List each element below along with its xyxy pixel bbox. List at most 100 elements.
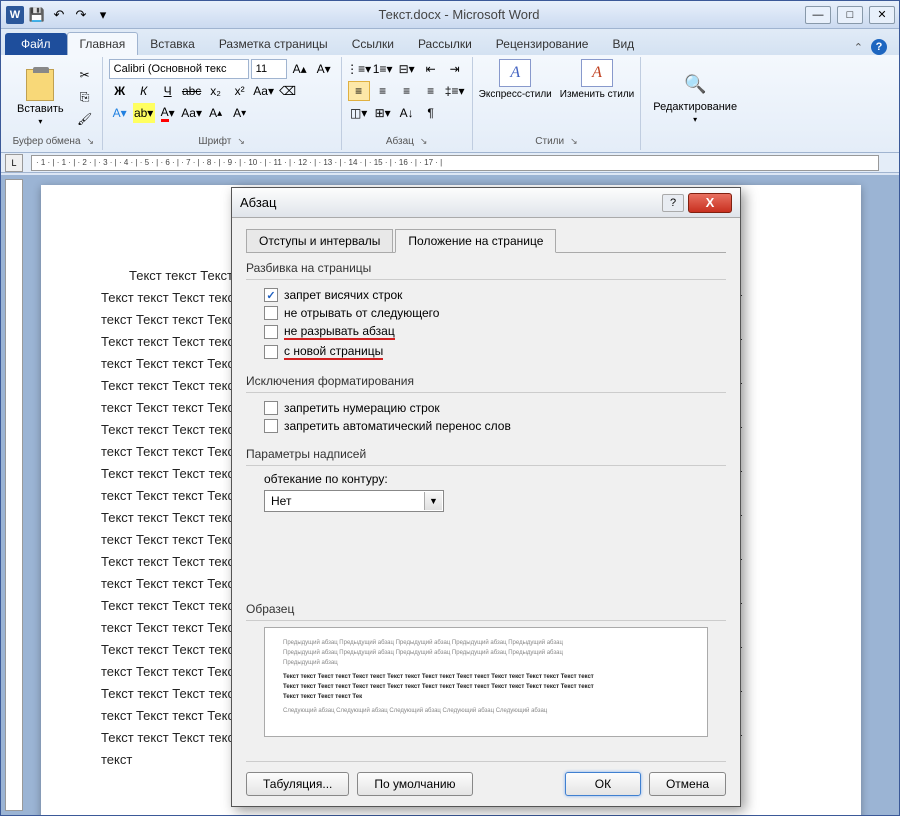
line-spacing-icon[interactable]: ‡≡▾ [444, 81, 466, 101]
cut-icon[interactable]: ✂ [74, 65, 96, 85]
dialog-close-button[interactable]: X [688, 193, 732, 213]
font-color-icon[interactable]: A▾ [157, 103, 179, 123]
shading-icon[interactable]: ◫▾ [348, 103, 370, 123]
group-editing: 🔍 Редактирование ▾ [641, 57, 749, 150]
suppress-lines-row[interactable]: запретить нумерацию строк [246, 399, 726, 417]
justify-icon[interactable]: ≡ [420, 81, 442, 101]
char-scale-icon[interactable]: Aa▾ [181, 103, 203, 123]
strike-button[interactable]: abc [181, 81, 203, 101]
clipboard-launcher-icon[interactable]: ↘ [87, 136, 95, 147]
change-case-button[interactable]: Aa▾ [253, 81, 275, 101]
styles-launcher-icon[interactable]: ↘ [570, 136, 578, 147]
copy-icon[interactable]: ⎘ [74, 87, 96, 107]
close-button[interactable]: ✕ [869, 6, 895, 24]
align-left-icon[interactable]: ≡ [348, 81, 370, 101]
wrap-combo[interactable]: Нет ▼ [264, 490, 444, 512]
preview-dark-line: Текст текст Текст текст Тек [283, 692, 689, 702]
ribbon-minimize-icon[interactable]: ⌃ [854, 41, 863, 54]
tab-page-position[interactable]: Положение на странице [395, 229, 556, 253]
ruler-corner[interactable]: L [5, 154, 23, 172]
widow-control-row[interactable]: запрет висячих строк [246, 286, 726, 304]
tab-mailings[interactable]: Рассылки [406, 33, 484, 55]
maximize-button[interactable]: □ [837, 6, 863, 24]
shrink-font-icon[interactable]: A▾ [313, 59, 335, 79]
editing-button[interactable]: 🔍 Редактирование ▾ [647, 69, 743, 126]
grow-font2-icon[interactable]: A▴ [205, 103, 227, 123]
tab-home[interactable]: Главная [67, 32, 139, 55]
quick-styles-icon: A [499, 59, 531, 87]
vertical-ruler[interactable] [5, 179, 23, 811]
qat-dropdown-icon[interactable]: ▾ [93, 5, 113, 25]
increase-indent-icon[interactable]: ⇥ [444, 59, 466, 79]
tab-references[interactable]: Ссылки [340, 33, 406, 55]
widow-checkbox[interactable] [264, 288, 278, 302]
keep-together-row[interactable]: не разрывать абзац [246, 322, 726, 342]
undo-icon[interactable]: ↶ [49, 5, 69, 25]
font-launcher-icon[interactable]: ↘ [237, 136, 245, 147]
preview-grey-line: Предыдущий абзац Предыдущий абзац Предыд… [283, 648, 689, 658]
clipboard-icon [26, 69, 54, 101]
keep-next-checkbox[interactable] [264, 306, 278, 320]
clear-format-icon[interactable]: ⌫ [277, 81, 299, 101]
paragraph-group-label: Абзац [386, 136, 414, 147]
show-marks-icon[interactable]: ¶ [420, 103, 442, 123]
suppress-lines-checkbox[interactable] [264, 401, 278, 415]
horizontal-ruler-area: L · 1 · | · 1 · | · 2 · | · 3 · | · 4 · … [1, 153, 899, 173]
italic-button[interactable]: К [133, 81, 155, 101]
tab-insert[interactable]: Вставка [138, 33, 207, 55]
tab-indents[interactable]: Отступы и интервалы [246, 229, 393, 253]
align-center-icon[interactable]: ≡ [372, 81, 394, 101]
page-break-row[interactable]: с новой страницы [246, 342, 726, 362]
no-hyphen-checkbox[interactable] [264, 419, 278, 433]
tab-review[interactable]: Рецензирование [484, 33, 601, 55]
keep-next-label: не отрывать от следующего [284, 306, 439, 320]
tabs-button[interactable]: Табуляция... [246, 772, 349, 796]
cancel-button[interactable]: Отмена [649, 772, 726, 796]
multilevel-icon[interactable]: ⊟▾ [396, 59, 418, 79]
subscript-button[interactable]: x₂ [205, 81, 227, 101]
dialog-titlebar[interactable]: Абзац ? X [232, 188, 740, 218]
keep-together-checkbox[interactable] [264, 325, 278, 339]
underline-button[interactable]: Ч [157, 81, 179, 101]
page-break-checkbox[interactable] [264, 345, 278, 359]
group-paragraph: ⋮≡▾ 1≡▾ ⊟▾ ⇤ ⇥ ≡ ≡ ≡ ≡ ‡≡▾ ◫▾ ⊞▾ A↓ [342, 57, 473, 150]
quick-styles-button[interactable]: A Экспресс-стили [479, 59, 552, 100]
tab-page-layout[interactable]: Разметка страницы [207, 33, 340, 55]
borders-icon[interactable]: ⊞▾ [372, 103, 394, 123]
clipboard-group-label: Буфер обмена [13, 136, 81, 147]
keep-next-row[interactable]: не отрывать от следующего [246, 304, 726, 322]
paste-button[interactable]: Вставить ▾ [11, 67, 70, 128]
align-right-icon[interactable]: ≡ [396, 81, 418, 101]
dialog-help-button[interactable]: ? [662, 194, 684, 212]
sort-icon[interactable]: A↓ [396, 103, 418, 123]
horizontal-ruler[interactable]: · 1 · | · 1 · | · 2 · | · 3 · | · 4 · | … [31, 155, 879, 171]
word-app-icon[interactable]: W [5, 5, 25, 25]
no-hyphen-row[interactable]: запретить автоматический перенос слов [246, 417, 726, 435]
bullets-icon[interactable]: ⋮≡▾ [348, 59, 370, 79]
help-icon[interactable]: ? [871, 39, 887, 55]
bold-button[interactable]: Ж [109, 81, 131, 101]
change-styles-button[interactable]: A Изменить стили [560, 59, 634, 100]
shrink-font2-icon[interactable]: A▾ [229, 103, 251, 123]
format-painter-icon[interactable]: 🖌 [74, 109, 96, 129]
paragraph-launcher-icon[interactable]: ↘ [420, 136, 428, 147]
preview-dark-line: Текст текст Текст текст Текст текст Текс… [283, 682, 689, 692]
font-name-select[interactable] [109, 59, 249, 79]
numbering-icon[interactable]: 1≡▾ [372, 59, 394, 79]
tab-view[interactable]: Вид [600, 33, 646, 55]
default-button[interactable]: По умолчанию [357, 772, 472, 796]
text-effects-icon[interactable]: A▾ [109, 103, 131, 123]
group-font: A▴ A▾ Ж К Ч abc x₂ x² Aa▾ ⌫ A▾ ab▾ A▾ [103, 57, 342, 150]
save-icon[interactable]: 💾 [27, 5, 47, 25]
ok-button[interactable]: ОК [565, 772, 641, 796]
redo-icon[interactable]: ↷ [71, 5, 91, 25]
chevron-down-icon[interactable]: ▼ [424, 492, 442, 510]
wrap-value: Нет [271, 494, 291, 508]
grow-font-icon[interactable]: A▴ [289, 59, 311, 79]
tab-file[interactable]: Файл [5, 33, 67, 55]
highlight-icon[interactable]: ab▾ [133, 103, 155, 123]
font-size-select[interactable] [251, 59, 287, 79]
minimize-button[interactable]: — [805, 6, 831, 24]
decrease-indent-icon[interactable]: ⇤ [420, 59, 442, 79]
superscript-button[interactable]: x² [229, 81, 251, 101]
